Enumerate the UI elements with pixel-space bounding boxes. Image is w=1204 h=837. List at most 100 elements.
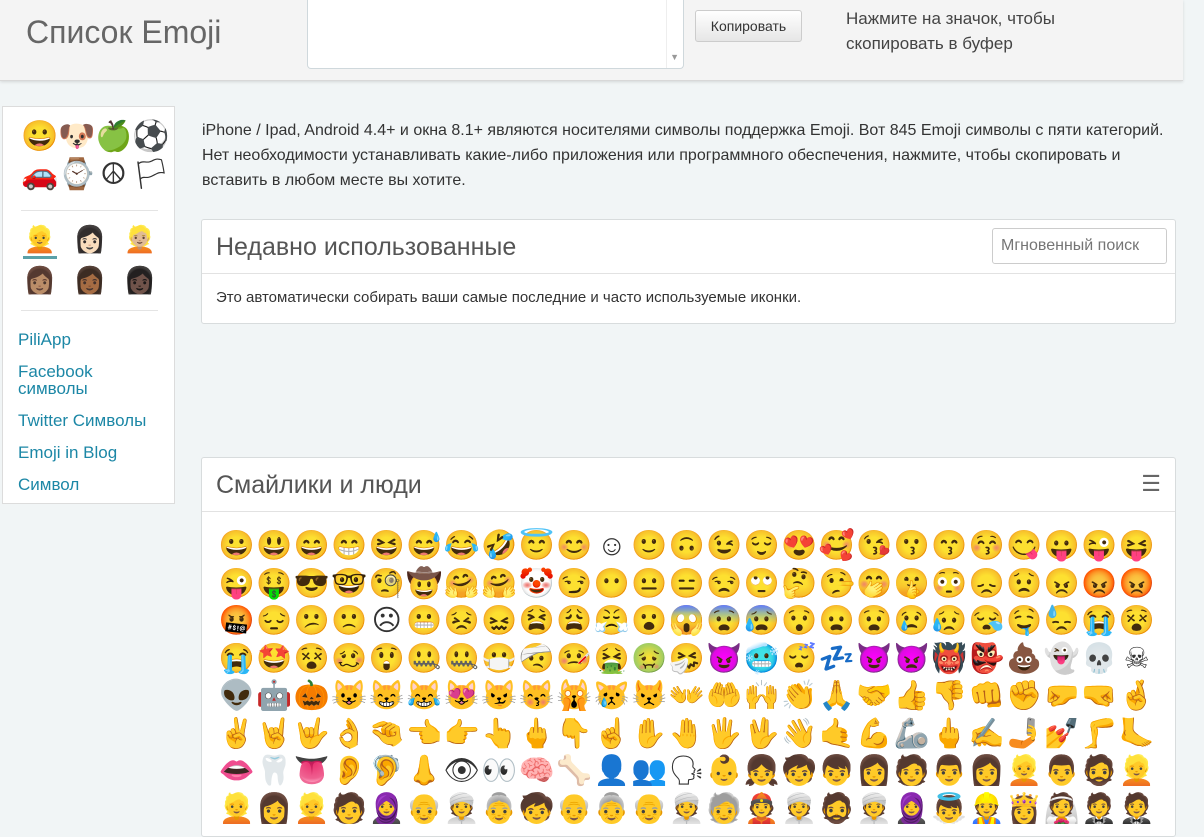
emoji-item[interactable]: 😡 [1118,566,1156,604]
emoji-item[interactable]: 🧔 [818,791,856,829]
emoji-item[interactable]: 😅 [406,528,444,566]
emoji-item[interactable]: 🧓 [706,791,744,829]
textarea-scrollbar[interactable]: ▼ [666,0,683,68]
emoji-item[interactable]: 🤵 [1118,791,1156,829]
emoji-item[interactable]: 😲 [368,641,406,679]
emoji-item[interactable]: ☠ [1118,641,1156,679]
emoji-item[interactable]: 😑 [668,566,706,604]
emoji-item[interactable]: 👎 [931,678,969,716]
emoji-item[interactable]: 🤠 [406,566,444,604]
emoji-item[interactable]: 😰 [743,603,781,641]
emoji-item[interactable]: 👱 [1006,753,1044,791]
emoji-item[interactable]: 😺 [331,678,369,716]
emoji-item[interactable]: 🧠 [518,753,556,791]
emoji-item[interactable]: 👩 [856,753,894,791]
sidebar-link-emoji-in-blog[interactable]: Emoji in Blog [18,444,117,461]
emoji-item[interactable]: 👿 [893,641,931,679]
emoji-item[interactable]: 🙏 [818,678,856,716]
emoji-item[interactable]: 😠 [1043,566,1081,604]
emoji-item[interactable]: 🤏 [368,716,406,754]
emoji-item[interactable]: 😉 [706,528,744,566]
emoji-item[interactable]: ✊ [1006,678,1044,716]
emoji-item[interactable]: ☝ [593,716,631,754]
emoji-item[interactable]: 🤣 [481,528,519,566]
emoji-item[interactable]: 😳 [931,566,969,604]
emoji-item[interactable]: 😱 [668,603,706,641]
emoji-item[interactable]: 🤮 [593,641,631,679]
emoji-item[interactable]: 👴 [631,791,669,829]
emoji-item[interactable]: 😍 [781,528,819,566]
emoji-item[interactable]: ☹ [368,603,406,641]
emoji-item[interactable]: 🧒 [781,753,819,791]
emoji-item[interactable]: 😯 [781,603,819,641]
emoji-item[interactable]: 👩 [256,791,294,829]
emoji-item[interactable]: 😦 [818,603,856,641]
emoji-item[interactable]: 😥 [931,603,969,641]
emoji-item[interactable]: 😹 [406,678,444,716]
emoji-item[interactable]: 👦 [818,753,856,791]
clipboard-textarea[interactable]: ▼ [307,0,684,69]
emoji-item[interactable]: 🤞 [1118,678,1156,716]
emoji-item[interactable]: 😴 [781,641,819,679]
emoji-item[interactable]: ✋ [631,716,669,754]
emoji-item[interactable]: 😨 [706,603,744,641]
emoji-item[interactable]: ☺ [593,528,631,566]
emoji-item[interactable]: 🤙 [818,716,856,754]
smileys-icon[interactable]: 😀 [21,119,58,155]
skin-tone-option[interactable]: 👩🏾 [73,263,107,297]
emoji-item[interactable]: 😵 [1118,603,1156,641]
emoji-item[interactable]: 👈 [406,716,444,754]
emoji-item[interactable]: 🤛 [1043,678,1081,716]
emoji-item[interactable]: 😧 [856,603,894,641]
travel-icon[interactable]: 🚗 [21,157,58,193]
emoji-item[interactable]: 👱 [1118,753,1156,791]
emoji-item[interactable]: 😌 [743,528,781,566]
emoji-item[interactable]: 👶 [706,753,744,791]
emoji-item[interactable]: 🤖 [256,678,294,716]
emoji-item[interactable]: 😜 [218,566,256,604]
instant-search-input[interactable] [992,228,1167,264]
emoji-item[interactable]: 😈 [856,641,894,679]
emoji-item[interactable]: 😢 [893,603,931,641]
emoji-item[interactable]: 😂 [443,528,481,566]
emoji-item[interactable]: 👅 [293,753,331,791]
emoji-item[interactable]: 😓 [1043,603,1081,641]
emoji-item[interactable]: 👀 [481,753,519,791]
scroll-down-arrow-icon[interactable]: ▼ [670,52,679,62]
emoji-item[interactable]: 😋 [1006,528,1044,566]
copy-button[interactable]: Копировать [695,10,802,42]
emoji-item[interactable]: 🤘 [256,716,294,754]
emoji-item[interactable]: 🤐 [443,641,481,679]
emoji-item[interactable]: 😃 [256,528,294,566]
emoji-item[interactable]: 😐 [631,566,669,604]
emoji-item[interactable]: 😮 [631,603,669,641]
emoji-item[interactable]: 🤭 [856,566,894,604]
emoji-item[interactable]: 🙂 [631,528,669,566]
emoji-item[interactable]: 👻 [1043,641,1081,679]
emoji-item[interactable]: 🙌 [743,678,781,716]
emoji-item[interactable]: 👰 [1043,791,1081,829]
emoji-item[interactable]: 👌 [331,716,369,754]
emoji-item[interactable]: 💅 [1043,716,1081,754]
emoji-item[interactable]: 🤩 [256,641,294,679]
emoji-item[interactable]: 💤 [818,641,856,679]
emoji-item[interactable]: 👱 [293,791,331,829]
emoji-item[interactable]: 😙 [931,528,969,566]
emoji-item[interactable]: 👍 [893,678,931,716]
emoji-item[interactable]: 😼 [481,678,519,716]
emoji-item[interactable]: 🗣 [668,753,706,791]
emoji-item[interactable]: 🖕 [518,716,556,754]
emoji-item[interactable]: 🤬 [218,603,256,641]
emoji-item[interactable]: 😡 [1081,566,1119,604]
symbols-icon[interactable]: ☮ [95,157,132,193]
food-icon[interactable]: 🍏 [95,119,132,155]
emoji-item[interactable]: 😝 [1118,528,1156,566]
emoji-item[interactable]: 🤢 [631,641,669,679]
emoji-item[interactable]: 👴 [556,791,594,829]
emoji-item[interactable]: 🙁 [331,603,369,641]
skin-tone-option[interactable]: 👩🏽 [23,263,57,297]
menu-icon[interactable]: ☰ [1141,471,1161,497]
emoji-item[interactable]: 😟 [1006,566,1044,604]
emoji-item[interactable]: 😸 [368,678,406,716]
emoji-item[interactable]: 😆 [368,528,406,566]
